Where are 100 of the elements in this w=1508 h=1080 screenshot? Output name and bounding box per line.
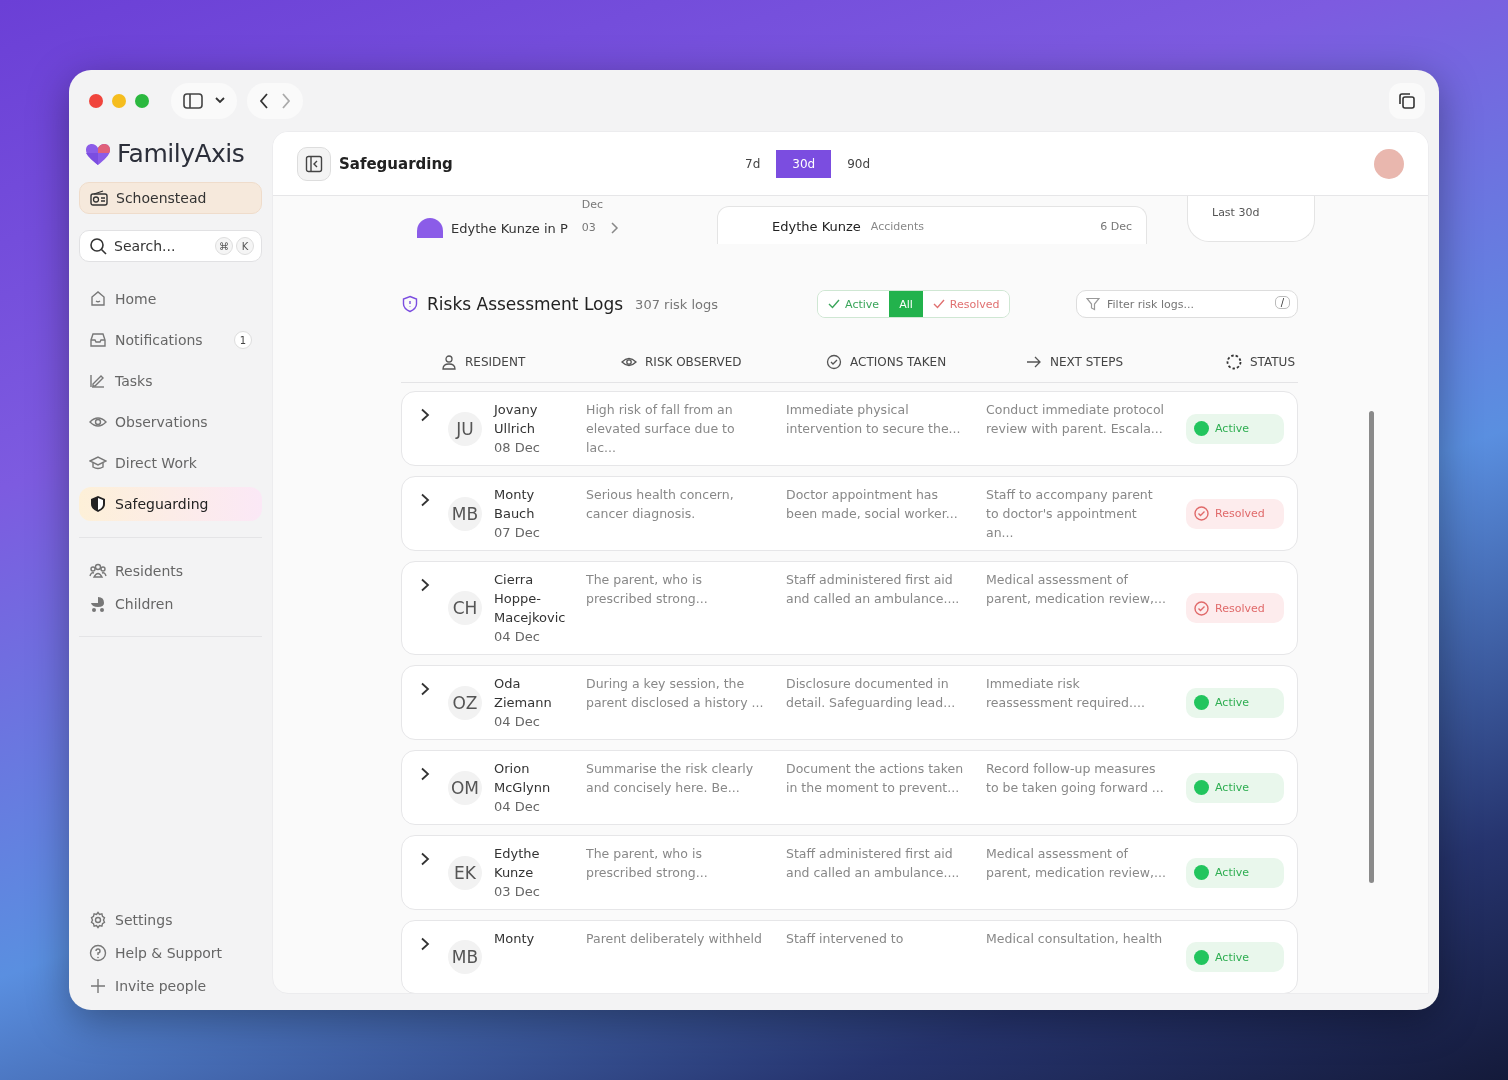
stat-period: Last 30d bbox=[1212, 206, 1260, 219]
nav-item[interactable]: Direct Work bbox=[79, 446, 262, 480]
initials-avatar: MB bbox=[448, 496, 482, 531]
log-date: 07 Dec bbox=[494, 524, 541, 542]
nav-item[interactable]: Safeguarding bbox=[79, 487, 262, 521]
status-badge: Active bbox=[1186, 413, 1284, 444]
graduation-cap-icon bbox=[89, 454, 107, 472]
resident-name: Edythe Kunze bbox=[772, 219, 861, 234]
status-badge: Active bbox=[1186, 687, 1284, 718]
initials-avatar: MB bbox=[448, 940, 482, 974]
actions-text: Immediate physical intervention to secure the... bbox=[786, 401, 962, 438]
next-steps-text: Medical consultation, health bbox=[986, 930, 1164, 948]
next-steps-text: Immediate risk reassessment required.... bbox=[986, 675, 1146, 712]
date-day: 03 bbox=[581, 221, 604, 234]
initials-avatar: EK bbox=[448, 855, 482, 890]
incident-date: 6 Dec bbox=[1100, 220, 1132, 233]
close-window-dot[interactable] bbox=[89, 93, 103, 108]
risk-text: During a key session, the parent disclosed a history ... bbox=[586, 675, 765, 712]
shield-icon bbox=[401, 295, 419, 313]
nav-item[interactable]: Residents bbox=[79, 554, 262, 587]
actions-text: Staff intervened to bbox=[786, 930, 905, 948]
status-badge: Active bbox=[1186, 857, 1284, 888]
filter-icon bbox=[1086, 297, 1100, 311]
log-date: 08 Dec bbox=[494, 439, 541, 457]
nav-item[interactable]: Children bbox=[79, 587, 262, 620]
log-row[interactable]: JU Jovany Ullrich 08 Dec High risk of fall from an elevated surface due to lac... Immediate physical intervention to secure the... Conduct immediate protocol review with parent. Escala... Active bbox=[401, 391, 1298, 466]
column-header: RESIDENT bbox=[465, 355, 526, 369]
actions-text: Staff administered first aid and called an ambulance.... bbox=[786, 845, 961, 882]
brand-name: FamilyAxis bbox=[117, 139, 245, 168]
person-icon bbox=[441, 354, 457, 370]
nav-item[interactable]: Notifications 1 bbox=[79, 323, 262, 357]
status-dot-icon bbox=[1194, 865, 1209, 880]
range-tab[interactable]: 90d bbox=[831, 149, 887, 178]
next-steps-text: Staff to accompany parent to doctor's appointment an... bbox=[986, 486, 1154, 542]
incident-card[interactable]: Edythe Kunze Accidents 6 Dec bbox=[717, 206, 1147, 244]
workspace-selector[interactable]: Schoenstead bbox=[79, 182, 262, 214]
chevron-down-icon bbox=[215, 97, 225, 104]
count-badge: 1 bbox=[234, 331, 252, 349]
back-icon[interactable] bbox=[259, 92, 269, 109]
plus-icon bbox=[89, 976, 107, 995]
check-circle-icon bbox=[1194, 506, 1209, 521]
sidebar-toggle-button[interactable] bbox=[171, 82, 237, 119]
log-row[interactable]: OM Orion McGlynn 04 Dec Summarise the risk clearly and concisely here. Be... Document the actions taken in the moment to prevent... Record follow-up measures to be taken going forward ... Active bbox=[401, 750, 1298, 825]
minimize-window-dot[interactable] bbox=[112, 93, 126, 108]
incident-category: Accidents bbox=[870, 220, 925, 233]
status-badge: Active bbox=[1186, 772, 1284, 803]
date-month: Dec bbox=[581, 198, 604, 211]
range-tab[interactable]: 7d bbox=[729, 149, 777, 178]
risk-text: Serious health concern, cancer diagnosis. bbox=[586, 486, 735, 523]
status-dot-icon bbox=[1194, 421, 1209, 436]
log-row[interactable]: MB Monty Bauch 07 Dec Serious health concern, cancer diagnosis. Doctor appointment has been made, social worker... Staff to accompany parent to doctor's appointment an... Resolved bbox=[401, 476, 1298, 551]
log-row[interactable]: OZ Oda Ziemann 04 Dec During a key session, the parent disclosed a history ... Disclosure documented in detail. Safeguarding lead... Immediate risk reassessment required.... Active bbox=[401, 665, 1298, 740]
status-dot-icon bbox=[1194, 780, 1209, 795]
log-row[interactable]: EK Edythe Kunze 03 Dec The parent, who is prescribed strong... Staff administered first aid and called an ambulance.... Medical assessment of parent, medication review,... Active bbox=[401, 835, 1298, 910]
risk-text: Summarise the risk clearly and concisely here. Be... bbox=[586, 760, 755, 797]
arrow-right-icon bbox=[1026, 354, 1042, 370]
next-steps-text: Medical assessment of parent, medication review,... bbox=[986, 845, 1167, 882]
resident-name: Oda Ziemann bbox=[494, 675, 553, 712]
log-date: 03 Dec bbox=[494, 883, 541, 901]
resident-name: Edythe Kunze bbox=[494, 845, 541, 882]
radio-icon bbox=[90, 190, 108, 206]
log-row[interactable]: MB Monty Parent deliberately withheld Staff intervened to Medical consultation, health Active bbox=[401, 920, 1298, 993]
check-circle-icon bbox=[826, 354, 842, 370]
heart-logo-icon bbox=[85, 141, 111, 166]
chevron-right-icon bbox=[611, 222, 620, 234]
page-title: Safeguarding bbox=[339, 154, 454, 173]
check-icon bbox=[932, 299, 945, 309]
log-count: 307 risk logs bbox=[635, 296, 720, 312]
scrollbar[interactable] bbox=[1369, 411, 1374, 883]
check-circle-icon bbox=[1194, 600, 1209, 616]
initials-avatar: OM bbox=[448, 770, 482, 805]
search-icon bbox=[89, 237, 107, 255]
copy-button[interactable] bbox=[1389, 82, 1425, 119]
nav-item[interactable]: Help & Support bbox=[79, 936, 262, 969]
initials-avatar: OZ bbox=[448, 685, 482, 720]
risk-text: The parent, who is prescribed strong... bbox=[586, 571, 709, 608]
nav-item[interactable]: Invite people bbox=[79, 969, 262, 1002]
range-tab[interactable]: 30d bbox=[776, 149, 832, 178]
risk-text: High risk of fall from an elevated surface due to lac... bbox=[586, 401, 736, 457]
risk-text: The parent, who is prescribed strong... bbox=[586, 845, 709, 882]
log-date: 04 Dec bbox=[494, 798, 541, 816]
status-dot-icon bbox=[1194, 695, 1209, 710]
help-icon bbox=[89, 943, 107, 962]
section-title: Risks Assessment Logs bbox=[427, 294, 624, 314]
zoom-window-dot[interactable] bbox=[135, 93, 149, 108]
status-badge: Active bbox=[1186, 942, 1284, 972]
inbox-icon bbox=[89, 331, 107, 349]
collapse-sidebar-button[interactable] bbox=[297, 146, 331, 181]
resident-name: Cierra Hoppe-Macejkovic bbox=[494, 571, 567, 627]
resident-name: Monty bbox=[494, 930, 536, 948]
shield-icon bbox=[89, 495, 107, 513]
nav-item[interactable]: Tasks bbox=[79, 364, 262, 398]
next-steps-text: Medical assessment of parent, medication review,... bbox=[986, 571, 1167, 608]
nav-item[interactable]: Observations bbox=[79, 405, 262, 439]
nav-item[interactable]: Home bbox=[79, 282, 262, 316]
column-header: NEXT STEPS bbox=[1050, 355, 1124, 369]
initials-avatar: CH bbox=[448, 591, 482, 625]
nav-item[interactable]: Settings bbox=[79, 903, 262, 936]
log-row[interactable]: CH Cierra Hoppe-Macejkovic 04 Dec The parent, who is prescribed strong... Staff administered first aid and called an ambulance.... Medical assessment of parent, medication review,... Resolved bbox=[401, 561, 1298, 655]
resident-name: Jovany Ullrich bbox=[494, 401, 539, 438]
